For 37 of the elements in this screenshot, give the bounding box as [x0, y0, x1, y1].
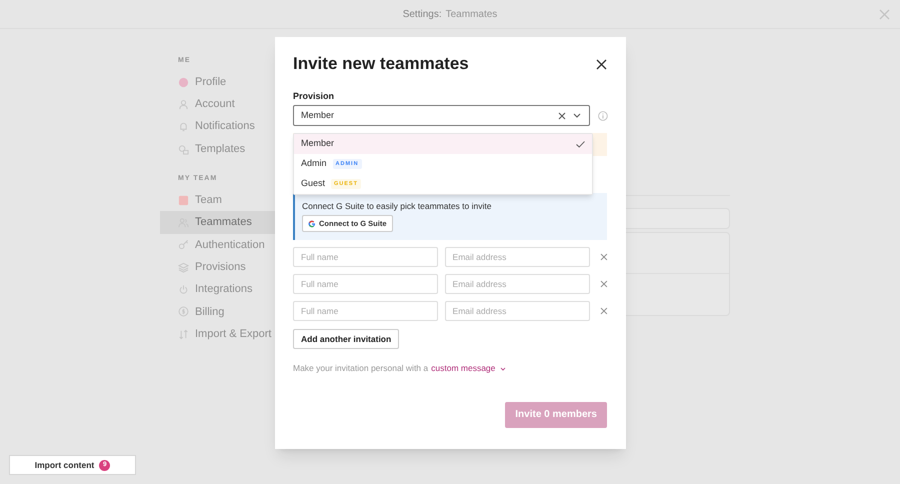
custom-message-link[interactable]: custom message [431, 362, 496, 375]
remove-icon[interactable] [600, 307, 608, 315]
team-icon [178, 194, 189, 206]
sidebar-item[interactable]: Teammates [160, 211, 275, 234]
dropdown-option[interactable]: Member [294, 134, 592, 154]
avatar-icon [178, 76, 189, 88]
caret-icon[interactable] [500, 366, 506, 371]
name-field[interactable]: Full name [293, 301, 438, 321]
add-invitation-button[interactable]: Add another invitation [293, 329, 400, 349]
shapes-icon [178, 144, 189, 155]
key-icon [178, 239, 189, 250]
person-icon [178, 98, 189, 110]
clear-icon[interactable] [558, 112, 566, 120]
email-field[interactable]: Email address [444, 274, 590, 294]
remove-icon[interactable] [600, 280, 608, 288]
coin-icon [178, 306, 189, 318]
hint-text: Make your invitation personal with a [293, 362, 428, 375]
page-title: Teammates [446, 8, 498, 22]
close-icon[interactable] [596, 58, 607, 70]
layers-icon [178, 262, 189, 273]
google-icon [308, 220, 316, 228]
window-title: Settings: [402, 8, 442, 22]
power-icon [178, 284, 189, 296]
provision-select[interactable]: Member [293, 105, 590, 126]
name-field[interactable]: Full name [293, 274, 438, 294]
arrows-icon [178, 328, 189, 340]
banner-text: Connect G Suite to easily pick teammates to invite [302, 200, 492, 211]
email-field[interactable]: Email address [444, 247, 590, 267]
check-icon [576, 140, 585, 148]
info-icon[interactable] [598, 110, 608, 120]
dialog-title: Invite new teammates [293, 53, 469, 76]
remove-icon[interactable] [600, 253, 608, 261]
email-field[interactable]: Email address [444, 301, 590, 321]
caret-icon[interactable] [573, 113, 582, 118]
bell-icon [178, 121, 189, 132]
name-field[interactable]: Full name [293, 247, 438, 267]
field-label: Provision [293, 90, 336, 102]
